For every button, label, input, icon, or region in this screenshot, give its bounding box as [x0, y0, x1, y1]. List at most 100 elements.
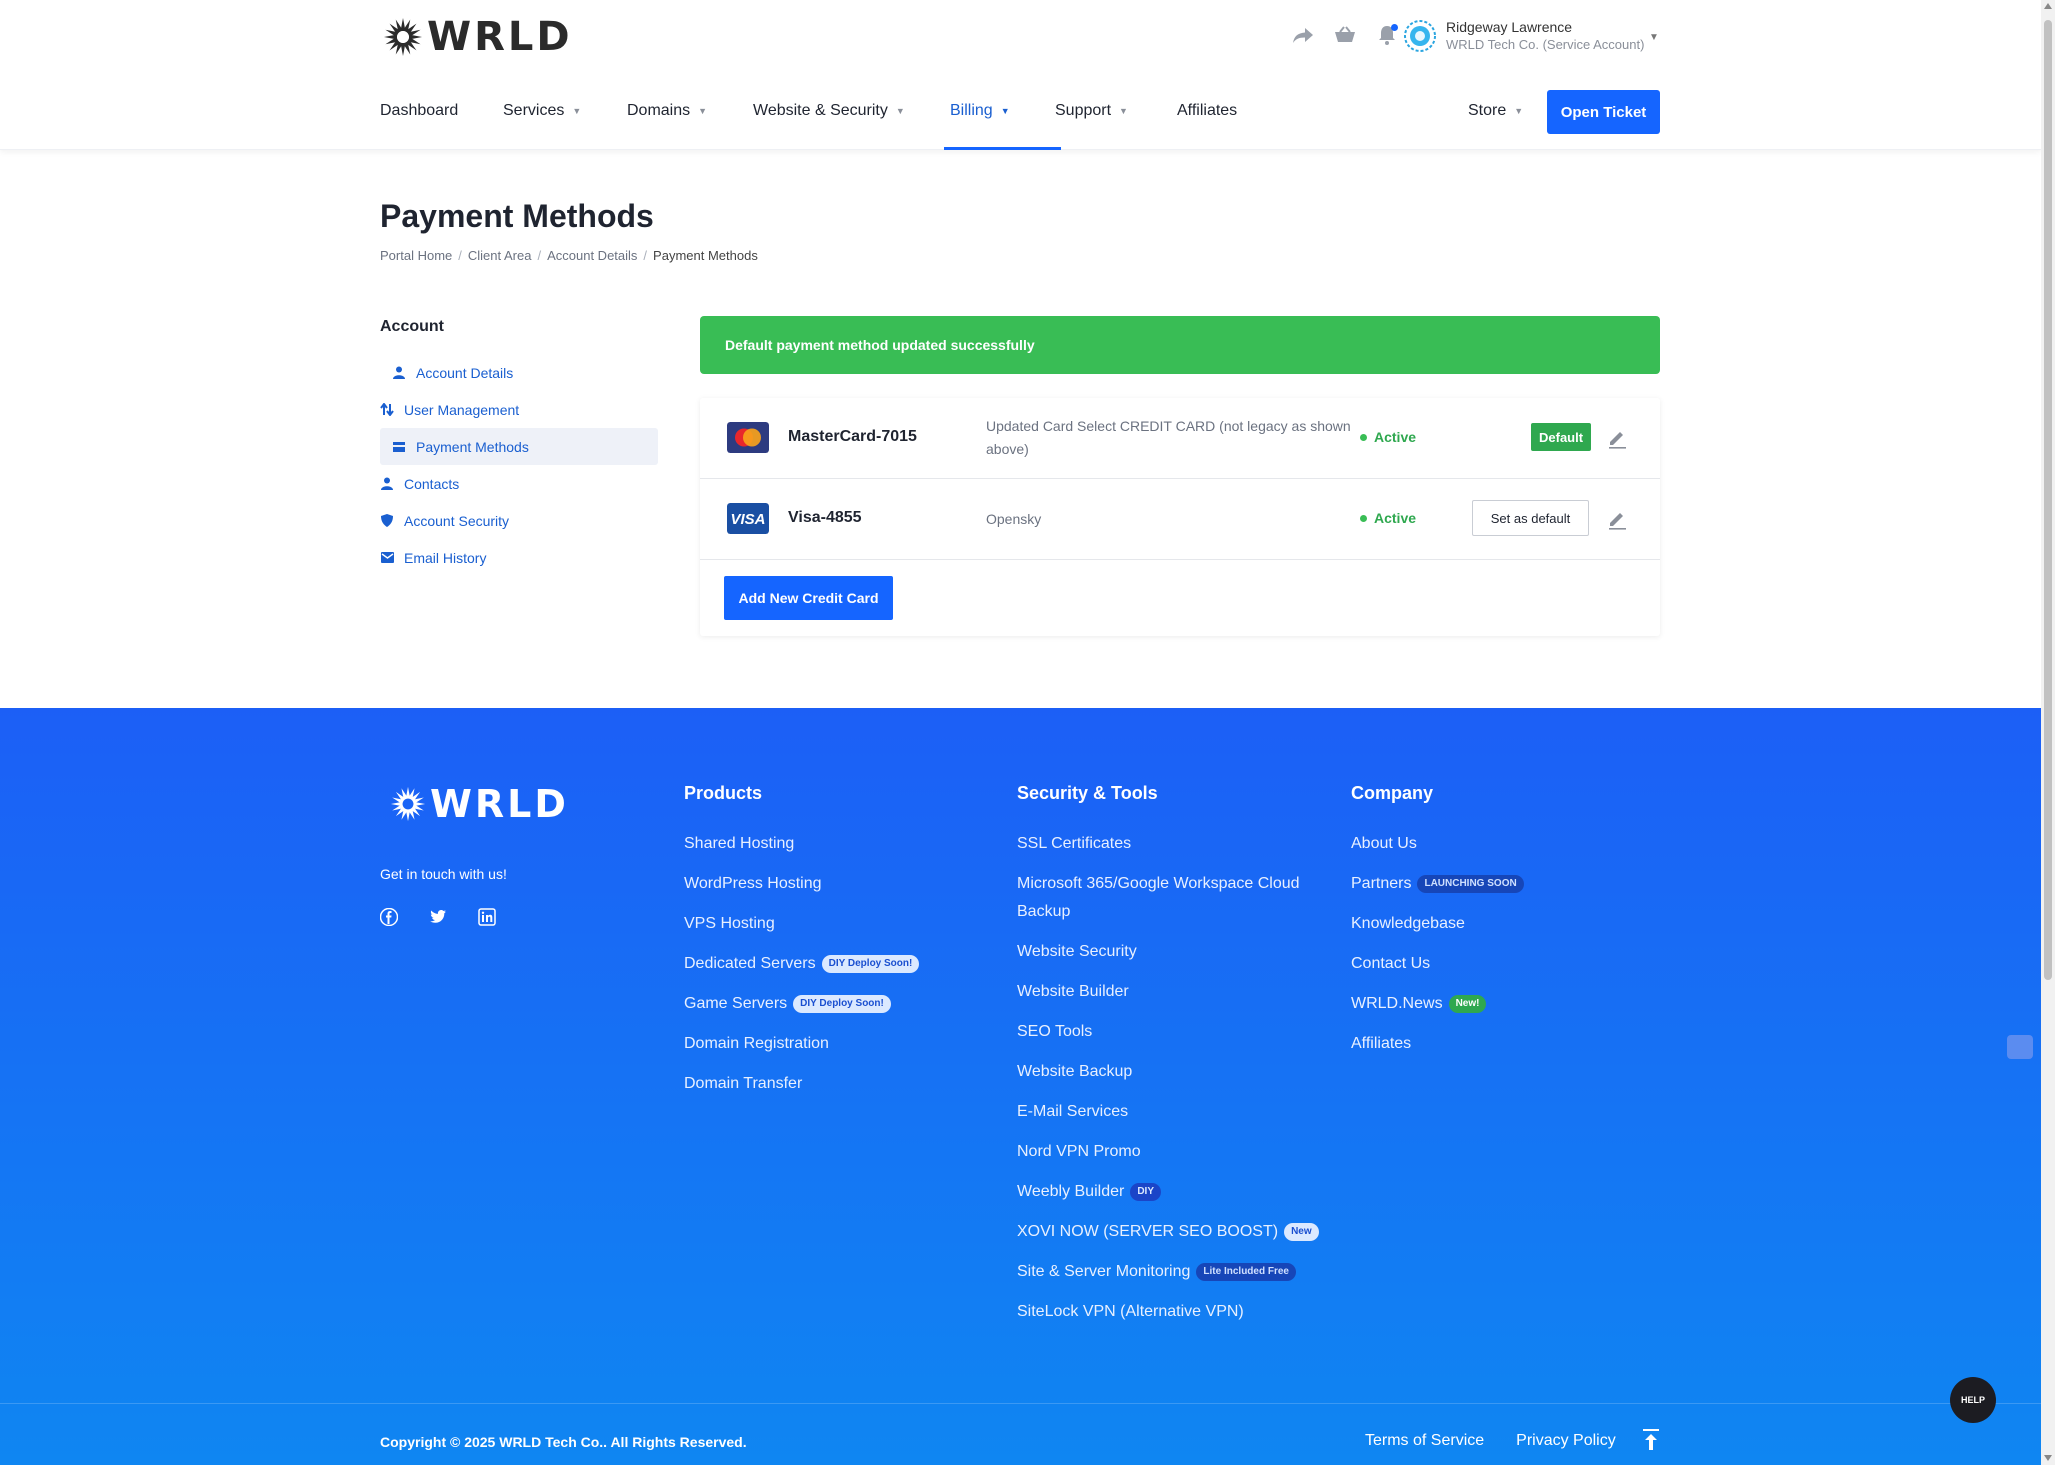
pill-badge: Lite Included Free	[1196, 1263, 1296, 1281]
site-header: WRLD Ridgeway Lawrence WRLD Tech Co. (Se…	[0, 0, 2041, 150]
default-badge: Default	[1531, 423, 1592, 451]
sidebar-item-account-details[interactable]: Account Details	[380, 354, 658, 391]
chevron-down-icon: ▼	[1514, 106, 1524, 116]
footer-link[interactable]: Nord VPN Promo	[1017, 1138, 1337, 1166]
pill-badge: LAUNCHING SOON	[1417, 875, 1524, 893]
payment-method-row[interactable]: MasterCard-7015 Updated Card Select CRED…	[700, 398, 1660, 479]
payment-methods-card: MasterCard-7015 Updated Card Select CRED…	[700, 398, 1660, 636]
sidebar-item-label: Account Details	[416, 364, 514, 381]
edit-pencil-icon[interactable]	[1606, 427, 1628, 449]
scrollbar-thumb[interactable]	[2044, 20, 2052, 980]
footer-link[interactable]: Weebly Builder DIY	[1017, 1178, 1337, 1206]
feedback-widget-icon[interactable]	[2007, 1035, 2033, 1059]
sunburst-logo-icon	[384, 18, 422, 56]
facebook-icon[interactable]	[380, 908, 398, 926]
mastercard-icon	[727, 422, 769, 453]
nav-store[interactable]: Store ▼	[1468, 102, 1523, 120]
footer-link[interactable]: SiteLock VPN (Alternative VPN)	[1017, 1298, 1337, 1326]
scroll-up-arrow-icon[interactable]	[2044, 3, 2052, 9]
add-new-credit-card-button[interactable]: Add New Credit Card	[724, 576, 893, 620]
brand-name: WRLD	[430, 782, 569, 826]
footer-link[interactable]: Website Security	[1017, 938, 1337, 966]
nav-website-security[interactable]: Website & Security ▼	[753, 90, 950, 150]
help-chat-button[interactable]: HELP	[1950, 1377, 1996, 1423]
footer-link[interactable]: Dedicated Servers DIY Deploy Soon!	[684, 950, 920, 978]
nav-domains[interactable]: Domains ▼	[627, 90, 753, 150]
sidebar-item-email-history[interactable]: Email History	[380, 539, 658, 576]
nav-billing[interactable]: Billing ▼	[944, 90, 1061, 150]
nav-affiliates[interactable]: Affiliates	[1177, 90, 1277, 150]
footer-link[interactable]: Knowledgebase	[1351, 910, 1524, 938]
footer-link[interactable]: About Us	[1351, 830, 1524, 858]
envelope-icon	[380, 551, 394, 565]
sidebar-item-account-security[interactable]: Account Security	[380, 502, 658, 539]
chevron-down-icon: ▼	[1000, 106, 1010, 116]
notification-dot	[1391, 24, 1398, 31]
user-menu[interactable]: Ridgeway Lawrence WRLD Tech Co. (Service…	[1404, 18, 1659, 53]
footer-link[interactable]: Website Backup	[1017, 1058, 1337, 1086]
footer-logo[interactable]: WRLD	[390, 782, 569, 826]
footer-link[interactable]: Site & Server Monitoring Lite Included Fr…	[1017, 1258, 1337, 1286]
footer-link[interactable]: E-Mail Services	[1017, 1098, 1337, 1126]
footer-legal-links: Terms of Service Privacy Policy	[1365, 1432, 1616, 1450]
avatar	[1404, 19, 1436, 52]
footer-link[interactable]: Microsoft 365/Google Workspace Cloud Bac…	[1017, 870, 1337, 926]
footer-link[interactable]: Domain Transfer	[684, 1070, 919, 1098]
payment-method-description: Updated Card Select CREDIT CARD (not leg…	[986, 418, 1351, 457]
brand-logo[interactable]: WRLD	[383, 14, 573, 60]
footer-link[interactable]: Affiliates	[1351, 1030, 1524, 1058]
svg-text:VISA: VISA	[730, 511, 765, 528]
sidebar-item-user-management[interactable]: User Management	[380, 391, 658, 428]
chevron-down-icon: ▼	[572, 106, 582, 116]
chevron-down-icon: ▼	[698, 106, 708, 116]
payment-method-row[interactable]: VISA Visa-4855 Opensky Active Set as def…	[700, 479, 1660, 560]
footer-link[interactable]: WRLD.News New!	[1351, 990, 1524, 1018]
page-title: Payment Methods	[380, 198, 654, 234]
footer-link[interactable]: XOVI NOW (SERVER SEO BOOST) New	[1017, 1218, 1337, 1246]
footer-link[interactable]: SSL Certificates	[1017, 830, 1337, 858]
shield-icon	[380, 514, 394, 528]
share-icon[interactable]	[1290, 22, 1316, 48]
terms-of-service-link[interactable]: Terms of Service	[1365, 1432, 1484, 1450]
footer-link[interactable]: Game Servers DIY Deploy Soon!	[684, 990, 919, 1018]
bell-icon[interactable]	[1374, 22, 1400, 48]
chevron-down-icon: ▼	[895, 106, 905, 116]
set-as-default-button[interactable]: Set as default	[1472, 500, 1589, 536]
open-ticket-button[interactable]: Open Ticket	[1547, 90, 1660, 134]
footer-link[interactable]: SEO Tools	[1017, 1018, 1337, 1046]
breadcrumb-account-details[interactable]: Account Details	[547, 248, 637, 263]
payment-method-description: Opensky	[986, 511, 1042, 527]
footer-link[interactable]: WordPress Hosting	[684, 870, 919, 898]
edit-pencil-icon[interactable]	[1606, 508, 1628, 530]
footer-link[interactable]: Shared Hosting	[684, 830, 919, 858]
brand-name: WRLD	[427, 14, 573, 60]
nav-dashboard[interactable]: Dashboard	[380, 90, 503, 150]
footer-link[interactable]: VPS Hosting	[684, 910, 919, 938]
footer-link[interactable]: Partners LAUNCHING SOON	[1351, 870, 1524, 898]
back-to-top-icon[interactable]	[1642, 1428, 1660, 1452]
twitter-icon[interactable]	[429, 908, 447, 926]
footer-link[interactable]: Domain Registration	[684, 1030, 919, 1058]
privacy-policy-link[interactable]: Privacy Policy	[1516, 1432, 1616, 1450]
pill-badge: DIY Deploy Soon!	[821, 955, 920, 973]
footer-link[interactable]: Contact Us	[1351, 950, 1524, 978]
sidebar-item-label: Account Security	[404, 512, 510, 529]
status-dot	[1360, 514, 1367, 522]
nav-services[interactable]: Services ▼	[503, 90, 627, 150]
breadcrumb-portal-home[interactable]: Portal Home	[380, 248, 452, 263]
footer-col-title: Company	[1351, 783, 1434, 803]
footer-tagline: Get in touch with us!	[380, 866, 507, 882]
sidebar-item-contacts[interactable]: Contacts	[380, 465, 658, 502]
basket-icon[interactable]	[1332, 22, 1358, 48]
linkedin-icon[interactable]	[478, 908, 496, 926]
footer-link[interactable]: Website Builder	[1017, 978, 1337, 1006]
nav-support[interactable]: Support ▼	[1055, 90, 1177, 150]
arrows-icon	[380, 403, 394, 417]
user-icon	[392, 366, 406, 380]
scroll-down-arrow-icon[interactable]	[2044, 1455, 2052, 1461]
breadcrumb-client-area[interactable]: Client Area	[468, 248, 532, 263]
sidebar-item-payment-methods[interactable]: Payment Methods	[380, 428, 658, 465]
site-footer: WRLD Get in touch with us! Products Shar…	[0, 708, 2041, 1465]
footer-col-title: Products	[684, 783, 763, 803]
pill-badge: New	[1284, 1223, 1319, 1241]
